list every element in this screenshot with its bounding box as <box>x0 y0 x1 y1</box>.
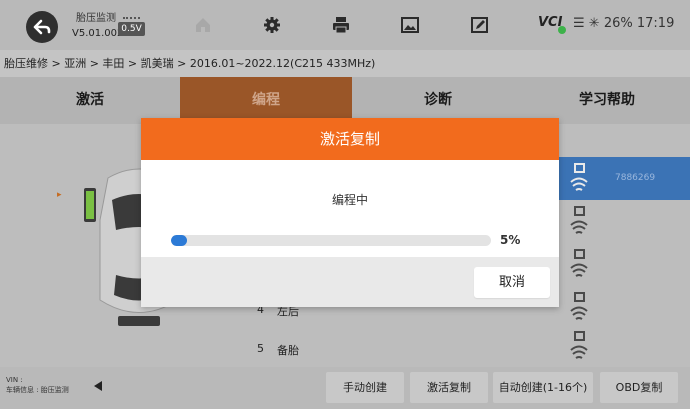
cancel-button[interactable]: 取消 <box>474 267 550 298</box>
progress-dialog: 激活复制 编程中 5% 取消 <box>141 118 559 307</box>
bluetooth-icon: ✳ <box>588 16 600 31</box>
selected-wheel-arrow-icon: ▸ <box>57 190 62 200</box>
progress-percent: 5% <box>500 233 521 247</box>
sensor-row[interactable] <box>545 200 690 243</box>
dialog-message: 编程中 <box>331 193 368 207</box>
home-icon <box>196 18 210 32</box>
sensor-column: 7886269 <box>545 124 690 367</box>
tab-learn-help[interactable]: 学习帮助 <box>524 77 690 124</box>
back-icon <box>33 19 51 35</box>
settings-icon <box>264 17 280 33</box>
sensor-row[interactable]: 7886269 <box>545 157 690 200</box>
settings-button[interactable] <box>262 15 282 35</box>
dialog-title: 激活复制 <box>141 118 559 160</box>
top-bar: 胎压监测 V5.01.002 0.5V VCI ☰ ✳ 26% 17:19 <box>0 0 690 50</box>
activate-copy-button[interactable]: 激活复制 <box>410 372 488 403</box>
progress-bar <box>171 235 491 246</box>
screenshot-button[interactable] <box>400 15 420 35</box>
tpms-sensor-icon <box>570 331 588 359</box>
image-icon <box>401 17 419 33</box>
home-button[interactable] <box>193 15 213 35</box>
vci-connected-icon <box>558 26 566 34</box>
tab-bar: 激活 编程 诊断 学习帮助 <box>0 77 690 124</box>
bottom-bar: VIN : 车辆信息 : 胎压监测 手动创建 激活复制 自动创建(1-16个) … <box>0 367 690 409</box>
edit-icon <box>471 17 488 33</box>
sensor-row[interactable] <box>545 286 690 329</box>
sensor-row[interactable] <box>545 325 690 368</box>
progress-bar-fill <box>171 235 187 246</box>
battery-time-text: 26% 17:19 <box>603 16 675 31</box>
status-area: ☰ ✳ 26% 17:19 <box>573 16 674 31</box>
dialog-footer: 取消 <box>141 257 559 307</box>
app-name: 胎压监测 <box>76 13 116 24</box>
tab-activate[interactable]: 激活 <box>0 77 180 124</box>
vehicle-info: VIN : 车辆信息 : 胎压监测 <box>6 375 69 395</box>
wheel-number: 5 <box>257 342 264 355</box>
wheel-row[interactable]: 5 备胎 <box>245 331 545 367</box>
tpms-sensor-icon <box>570 206 588 234</box>
tab-diagnose[interactable]: 诊断 <box>352 77 524 124</box>
tpms-sensor-icon <box>570 292 588 320</box>
sensor-id: 7886269 <box>615 173 656 183</box>
collapse-arrow-icon[interactable] <box>94 381 102 391</box>
auto-create-button[interactable]: 自动创建(1-16个) <box>493 372 593 403</box>
sensor-row[interactable] <box>545 243 690 286</box>
print-button[interactable] <box>331 15 351 35</box>
obd-copy-button[interactable]: OBD复制 <box>600 372 678 403</box>
back-button[interactable] <box>26 11 58 43</box>
vin-label: VIN : <box>6 376 23 384</box>
wifi-icon: ☰ <box>573 16 585 31</box>
app-version: V5.01.002 <box>72 28 124 39</box>
edit-button[interactable] <box>470 15 490 35</box>
manual-create-button[interactable]: 手动创建 <box>326 372 404 403</box>
breadcrumb: 胎压维修 > 亚洲 > 丰田 > 凯美瑞 > 2016.01~2022.12(C… <box>0 50 690 77</box>
tab-program[interactable]: 编程 <box>180 77 352 124</box>
tpms-sensor-icon <box>570 163 588 191</box>
wheel-name: 备胎 <box>277 344 299 357</box>
tpms-sensor-icon <box>570 249 588 277</box>
print-icon <box>333 17 349 34</box>
vehicle-info-text: 车辆信息 : 胎压监测 <box>6 386 69 394</box>
battery-voltage-badge: 0.5V <box>118 14 145 38</box>
battery-voltage-text: 0.5V <box>118 22 145 36</box>
